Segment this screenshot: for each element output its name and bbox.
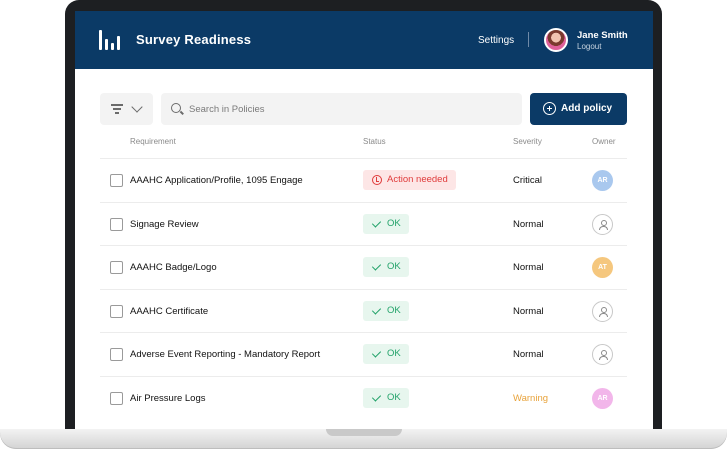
requirement-name[interactable]: Adverse Event Reporting - Mandatory Repo…: [130, 349, 320, 360]
search-input[interactable]: [189, 102, 509, 116]
status-text: OK: [387, 261, 401, 272]
column-header-severity[interactable]: Severity: [513, 137, 542, 146]
status-badge: OK: [363, 300, 409, 321]
table-row[interactable]: Adverse Event Reporting - Mandatory Repo…: [100, 332, 627, 376]
severity-text: Normal: [513, 349, 544, 360]
check-icon: [372, 219, 382, 229]
column-header-status[interactable]: Status: [363, 137, 386, 146]
search-bar[interactable]: [161, 93, 522, 125]
user-avatar[interactable]: [544, 28, 568, 52]
column-header-requirement[interactable]: Requirement: [130, 137, 176, 146]
assign-owner-button[interactable]: [592, 344, 613, 365]
header-divider: [528, 32, 529, 47]
check-icon: [372, 393, 382, 403]
row-checkbox[interactable]: [110, 304, 123, 318]
status-badge: OK: [363, 257, 409, 277]
filter-dropdown-button[interactable]: [100, 93, 153, 125]
settings-link[interactable]: Settings: [478, 35, 514, 46]
laptop-mockup: Survey Readiness Settings Jane Smith Log…: [0, 0, 727, 449]
user-name: Jane Smith: [577, 30, 628, 41]
plus-circle-icon: [543, 102, 556, 115]
status-text: OK: [387, 348, 401, 359]
table-row[interactable]: AAAHC Application/Profile, 1095 Engage A…: [100, 158, 627, 202]
requirement-name[interactable]: AAAHC Certificate: [130, 306, 208, 317]
severity-text: Critical: [513, 175, 543, 186]
status-text: Action needed: [387, 174, 448, 185]
add-policy-label: Add policy: [561, 103, 613, 114]
person-icon: [599, 219, 608, 230]
status-badge: OK: [363, 213, 409, 234]
owner-avatar[interactable]: AT: [592, 257, 613, 278]
table-row[interactable]: AAAHC Certificate OK Normal: [100, 288, 627, 333]
severity-text: Normal: [513, 262, 544, 273]
chevron-down-icon: [131, 101, 143, 113]
owner-avatar[interactable]: AR: [592, 170, 613, 191]
status-badge: OK: [363, 344, 409, 364]
app-window: Survey Readiness Settings Jane Smith Log…: [75, 11, 653, 429]
clock-alert-icon: [372, 175, 382, 185]
severity-text: Warning: [513, 392, 549, 404]
column-header-owner[interactable]: Owner: [592, 137, 616, 146]
severity-text: Normal: [513, 218, 544, 230]
status-badge: Action needed: [363, 170, 456, 190]
app-logo-icon[interactable]: [99, 30, 121, 50]
assign-owner-button[interactable]: [592, 213, 613, 235]
search-icon: [171, 103, 181, 113]
add-policy-button[interactable]: Add policy: [530, 93, 627, 125]
requirement-name[interactable]: AAAHC Badge/Logo: [130, 262, 217, 273]
filter-icon: [111, 104, 123, 114]
laptop-notch: [326, 429, 402, 436]
assign-owner-button[interactable]: [592, 300, 613, 322]
app-title: Survey Readiness: [136, 32, 252, 47]
severity-text: Normal: [513, 305, 544, 317]
status-badge: OK: [363, 387, 409, 408]
check-icon: [372, 262, 382, 272]
row-checkbox[interactable]: [110, 174, 123, 187]
status-text: OK: [387, 391, 401, 403]
table-row[interactable]: Air Pressure Logs OK Warning AR: [100, 375, 627, 420]
check-icon: [372, 306, 382, 316]
table-row[interactable]: AAAHC Badge/Logo OK Normal AT: [100, 245, 627, 289]
top-bar: Survey Readiness Settings Jane Smith Log…: [75, 11, 653, 69]
person-icon: [599, 306, 608, 317]
owner-avatar[interactable]: AR: [592, 387, 613, 409]
logout-link[interactable]: Logout: [577, 42, 601, 51]
row-checkbox[interactable]: [110, 348, 123, 361]
row-checkbox[interactable]: [110, 391, 123, 405]
row-checkbox[interactable]: [110, 217, 123, 231]
check-icon: [372, 349, 382, 359]
requirement-name[interactable]: Signage Review: [130, 219, 199, 230]
requirement-name[interactable]: Air Pressure Logs: [130, 393, 206, 404]
row-checkbox[interactable]: [110, 261, 123, 274]
status-text: OK: [387, 304, 401, 316]
requirement-name[interactable]: AAAHC Application/Profile, 1095 Engage: [130, 175, 303, 186]
status-text: OK: [387, 217, 401, 229]
table-row[interactable]: Signage Review OK Normal: [100, 201, 627, 246]
person-icon: [599, 350, 608, 360]
